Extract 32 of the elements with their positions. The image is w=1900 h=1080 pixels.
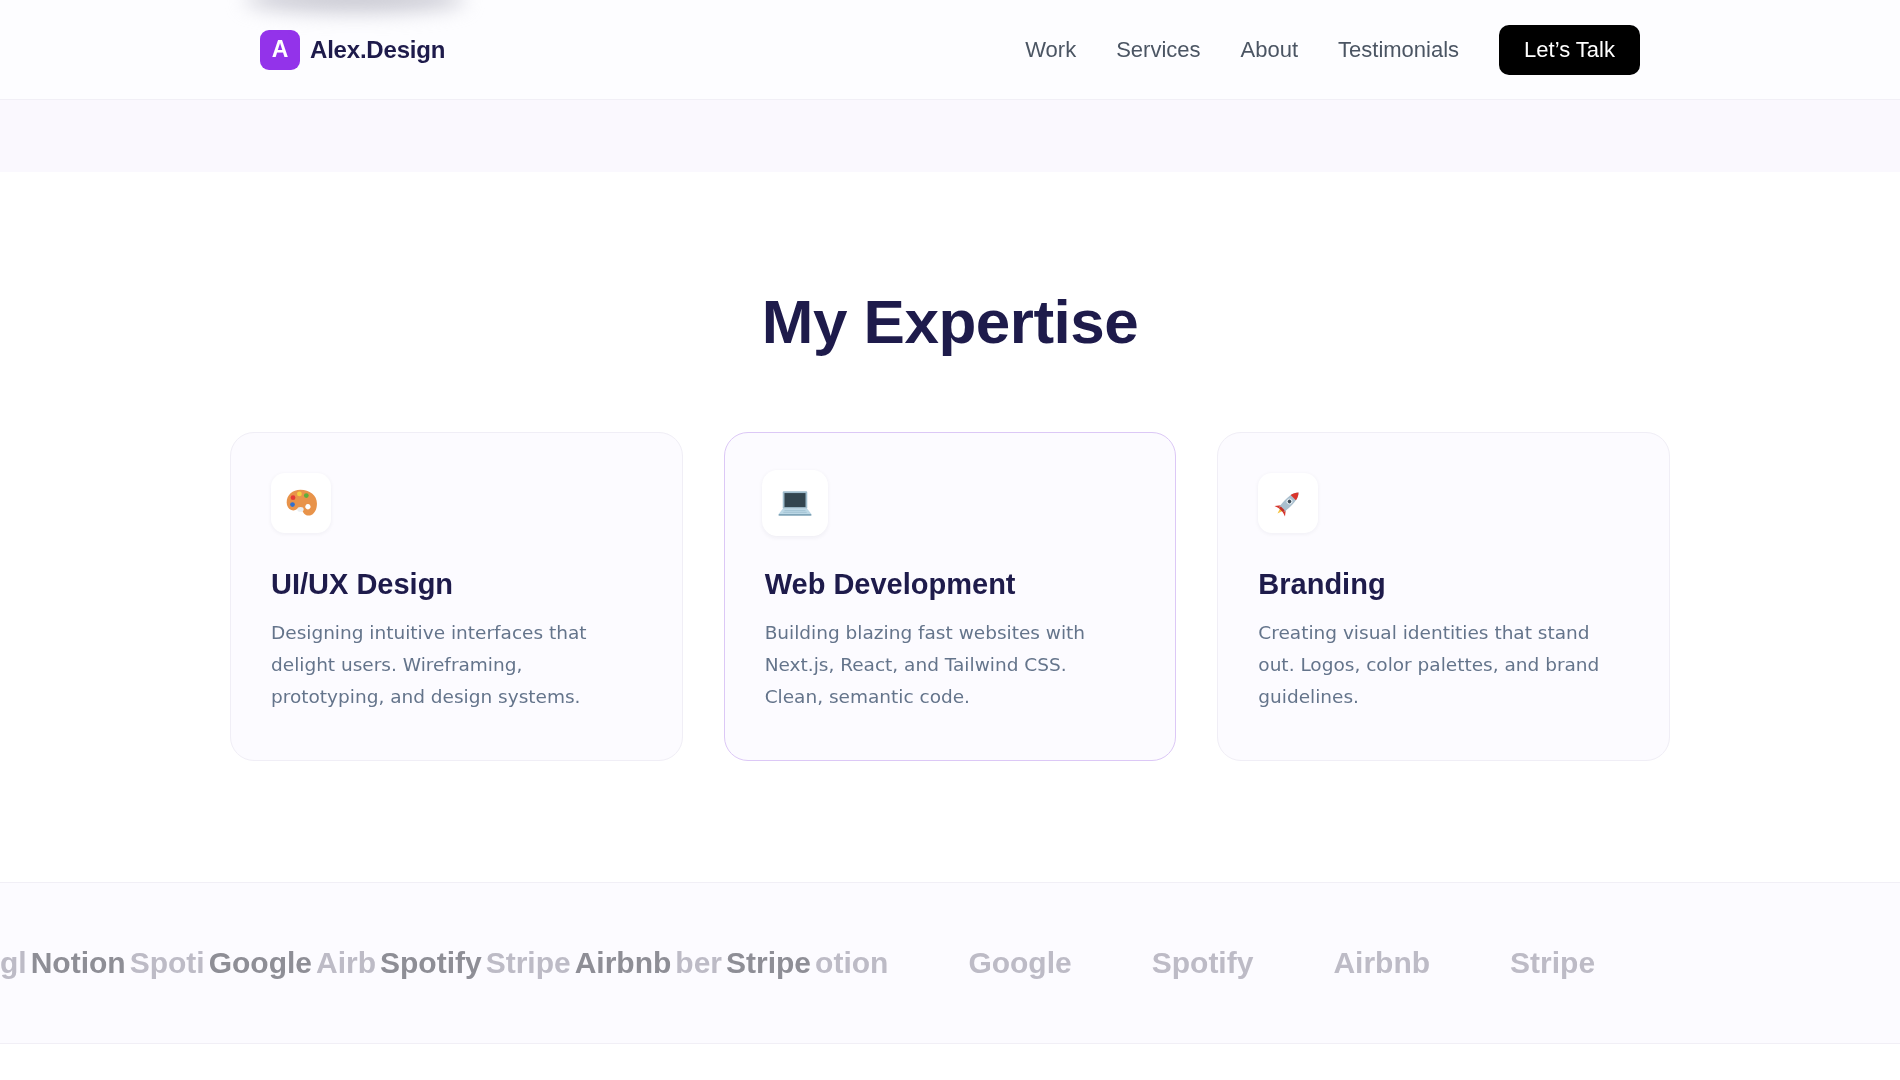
card-title: Web Development [764, 567, 1017, 602]
talk-button[interactable]: Let’s Talk [1499, 24, 1640, 75]
client-name: Google [968, 945, 1072, 981]
client-name: Stripe [726, 945, 812, 981]
client-name: Airbnb [574, 945, 672, 981]
card-description: Building blazing fast websites with Next.js, React, and Tailwind CSS. Clean, semantic code. [764, 621, 1087, 709]
nav-link[interactable]: Services [1116, 36, 1201, 63]
client-name: Spoti [129, 945, 205, 981]
card-description: Designing intuitive interfaces that delight users. Wireframing, prototyping, and design systems. [271, 621, 588, 709]
palette-icon [271, 473, 331, 533]
client-name: Stripe [485, 945, 571, 981]
client-name: Stripe [1510, 945, 1596, 981]
card-title: Branding [1258, 567, 1387, 602]
brand-name[interactable]: Alex.Design [310, 35, 446, 64]
nav-link[interactable]: Work [1025, 36, 1077, 63]
nav-link[interactable]: Testimonials [1338, 36, 1460, 63]
card-title: UI/UX Design [271, 567, 455, 602]
logo-mark: A [260, 29, 300, 70]
client-name: Spotify [1151, 945, 1254, 981]
card-description: Creating visual identities that stand out. Logos, color palettes, and brand guidelines. [1258, 621, 1601, 709]
client-name: Google [208, 945, 312, 981]
section-title: My Expertise [760, 286, 1140, 358]
rocket-icon [1258, 473, 1319, 533]
nav-link[interactable]: About [1240, 36, 1299, 63]
client-name: ber [675, 945, 723, 981]
client-name: Airb [316, 945, 376, 981]
client-name: Airbnb [1333, 945, 1431, 981]
client-name: Spotify [380, 945, 482, 981]
client-name: Notion [30, 945, 126, 981]
client-name: otion [815, 945, 889, 981]
laptop-icon [761, 470, 828, 536]
client-name: gl [0, 945, 27, 981]
